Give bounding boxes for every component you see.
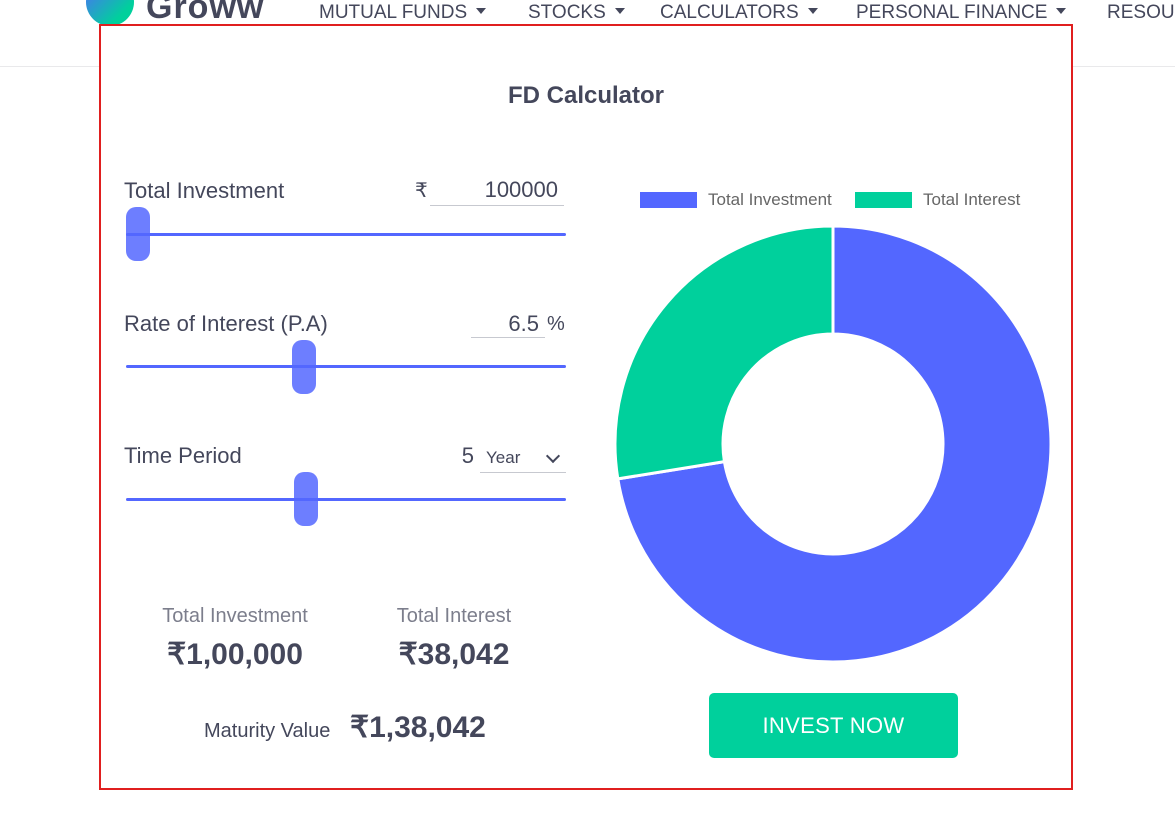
legend-swatch-interest: [855, 192, 912, 208]
rate-slider-handle[interactable]: [292, 340, 317, 394]
summary-investment-label: Total Investment: [162, 605, 308, 627]
caret-down-icon: [614, 7, 625, 14]
percent-unit: %: [547, 313, 565, 335]
nav-personal-finance-label: PERSONAL FINANCE: [856, 2, 1048, 23]
nav-calculators-label: CALCULATORS: [660, 2, 799, 23]
rupee-icon: ₹: [415, 180, 428, 202]
rate-slider-track[interactable]: [126, 365, 566, 368]
nav-mutual-funds-label: MUTUAL FUNDS: [319, 2, 468, 23]
investment-input[interactable]: 100000: [430, 177, 564, 206]
groww-logo-icon[interactable]: [86, 0, 134, 26]
legend-swatch-investment: [640, 192, 697, 208]
donut-chart: [613, 224, 1053, 664]
maturity-value: ₹1,38,042: [350, 711, 486, 744]
nav-resources[interactable]: RESOU: [1107, 0, 1175, 26]
maturity-label: Maturity Value: [204, 720, 331, 742]
legend-label-investment: Total Investment: [708, 190, 832, 209]
fd-calculator-panel: FD Calculator Total Investment ₹ 100000 …: [99, 24, 1073, 790]
legend-label-interest: Total Interest: [923, 190, 1021, 209]
caret-down-icon: [807, 7, 818, 14]
summary-interest-value: ₹38,042: [398, 638, 510, 671]
calculator-title: FD Calculator: [507, 82, 665, 109]
period-label: Time Period: [124, 443, 242, 468]
summary-investment-value: ₹1,00,000: [167, 638, 303, 671]
nav-stocks-label: STOCKS: [528, 2, 606, 23]
donut-slice-interest[interactable]: [613, 224, 835, 481]
nav-mutual-funds[interactable]: MUTUAL FUNDS: [319, 0, 487, 26]
period-unit-value: Year: [486, 448, 521, 467]
chevron-down-icon: [545, 448, 561, 464]
caret-down-icon: [1056, 7, 1067, 14]
period-slider-handle[interactable]: [294, 472, 319, 526]
period-slider-track[interactable]: [126, 498, 566, 501]
nav-personal-finance[interactable]: PERSONAL FINANCE: [856, 0, 1067, 26]
investment-slider-handle[interactable]: [126, 207, 150, 261]
period-input[interactable]: 5: [446, 443, 474, 470]
investment-slider-track[interactable]: [126, 233, 566, 236]
investment-label: Total Investment: [124, 178, 285, 203]
nav-calculators[interactable]: CALCULATORS: [660, 0, 818, 26]
invest-now-button[interactable]: INVEST NOW: [709, 693, 958, 758]
brand-name[interactable]: Groww: [146, 0, 264, 27]
nav-stocks[interactable]: STOCKS: [528, 0, 625, 26]
nav-resources-label: RESOU: [1107, 2, 1175, 23]
period-unit-select[interactable]: Year: [480, 445, 566, 473]
caret-down-icon: [476, 7, 487, 14]
summary-interest-label: Total Interest: [396, 605, 512, 627]
rate-input[interactable]: 6.5: [471, 311, 545, 338]
rate-label: Rate of Interest (P.A): [124, 311, 328, 336]
